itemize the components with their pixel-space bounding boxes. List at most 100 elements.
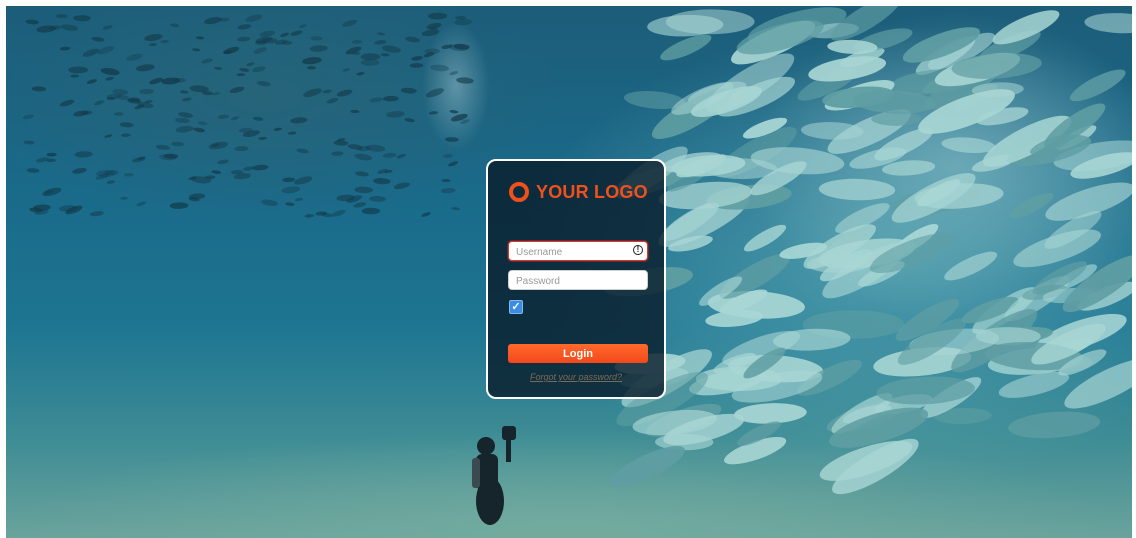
small-fish-shape (239, 68, 250, 72)
small-fish-shape (180, 90, 189, 94)
small-fish-shape (169, 23, 180, 28)
small-fish-shape (310, 36, 323, 41)
remember-checkbox[interactable]: ✓ (509, 300, 523, 314)
logo-text: YOUR LOGO (536, 181, 648, 202)
small-fish-shape (97, 46, 115, 55)
fish-shape (1069, 69, 1126, 102)
small-fish-shape (93, 100, 105, 106)
fish-shape (871, 111, 922, 126)
login-card: YOUR LOGO ! ✓ Login Forgot your password… (486, 159, 666, 399)
small-fish-shape (386, 110, 405, 118)
small-fish-shape (376, 32, 386, 36)
small-fish-shape (155, 144, 170, 150)
small-fish-shape (192, 48, 201, 52)
small-fish-shape (355, 171, 369, 177)
password-input[interactable] (509, 272, 634, 291)
small-fish-shape (121, 133, 131, 137)
small-fish-shape (217, 159, 229, 165)
small-fish-shape (369, 195, 386, 202)
small-fish-shape (126, 53, 143, 61)
small-fish-shape (253, 47, 268, 54)
small-fish-shape (182, 97, 192, 102)
small-fish-shape (309, 45, 328, 52)
small-fish-shape (382, 152, 397, 158)
small-fish-shape (119, 122, 134, 128)
small-fish-shape (139, 88, 154, 95)
small-fish-shape (303, 88, 322, 98)
small-fish-shape (102, 25, 113, 30)
small-fish-shape (369, 97, 383, 103)
small-fish-shape (411, 56, 423, 61)
small-fish-shape (294, 197, 304, 202)
diver (472, 426, 516, 525)
password-field[interactable] (508, 270, 648, 291)
fish-shape (734, 403, 807, 424)
small-fish-shape (393, 182, 410, 190)
small-fish-shape (304, 214, 315, 218)
small-fish-shape (374, 40, 387, 45)
small-fish-shape (440, 188, 456, 194)
small-fish-shape (353, 202, 366, 208)
small-fish-shape (442, 154, 453, 158)
login-button[interactable]: Login (508, 344, 648, 363)
fish-shape (1008, 411, 1101, 439)
username-field[interactable]: ! (508, 241, 648, 262)
small-fish-shape (236, 36, 251, 42)
small-fish-shape (282, 177, 296, 183)
small-fish-shape (430, 64, 449, 72)
small-fish-shape (175, 125, 194, 133)
small-fish-shape (365, 144, 386, 152)
small-fish-shape (326, 97, 339, 104)
small-fish-shape (25, 19, 39, 25)
small-fish-shape (380, 53, 390, 57)
small-fish-shape (74, 151, 93, 158)
small-fish-shape (201, 58, 213, 64)
small-fish-shape (354, 153, 373, 161)
small-fish-shape (421, 212, 431, 217)
small-fish-shape (105, 76, 114, 81)
fish-shape (1084, 13, 1132, 34)
small-fish-shape (350, 109, 360, 114)
small-fish-shape (61, 24, 79, 31)
small-fish-shape (455, 15, 467, 20)
small-fish-shape (409, 63, 424, 68)
small-fish-shape (22, 114, 34, 120)
check-icon: ✓ (511, 301, 521, 313)
small-fish-shape (123, 173, 134, 177)
small-fish-shape (229, 86, 245, 93)
small-fish-shape (342, 19, 358, 27)
small-fish-shape (336, 89, 353, 97)
small-fish-shape (174, 117, 190, 124)
small-fish-shape (195, 36, 205, 40)
small-fish-shape (59, 46, 71, 51)
small-fish-shape (342, 68, 351, 72)
fish-shape (818, 178, 896, 201)
small-fish-shape (253, 116, 264, 121)
small-fish-shape (322, 89, 332, 94)
small-fish-shape (197, 121, 208, 125)
small-fish-shape (31, 86, 47, 92)
small-fish-shape (68, 66, 89, 74)
small-fish-shape (149, 77, 163, 85)
small-fish-shape (296, 148, 309, 154)
small-fish-shape (135, 64, 155, 72)
small-fish-shape (441, 178, 451, 183)
small-fish-shape (217, 114, 230, 119)
small-fish-shape (205, 175, 216, 179)
small-fish-shape (445, 137, 459, 142)
small-fish-shape (373, 178, 391, 185)
small-fish-shape (354, 186, 374, 194)
small-fish-shape (211, 170, 222, 174)
small-fish-shape (396, 153, 406, 159)
forgot-password-link[interactable]: Forgot your password? (488, 372, 664, 382)
small-fish-shape (400, 87, 417, 94)
small-fish-shape (212, 91, 221, 96)
username-input[interactable] (509, 243, 634, 262)
small-fish-shape (424, 48, 440, 54)
small-fish-shape (106, 180, 115, 184)
small-fish-shape (42, 187, 62, 197)
small-fish-shape (405, 36, 421, 43)
small-fish-shape (382, 95, 399, 102)
logo-ring-icon (509, 182, 529, 202)
small-fish-shape (246, 62, 255, 67)
